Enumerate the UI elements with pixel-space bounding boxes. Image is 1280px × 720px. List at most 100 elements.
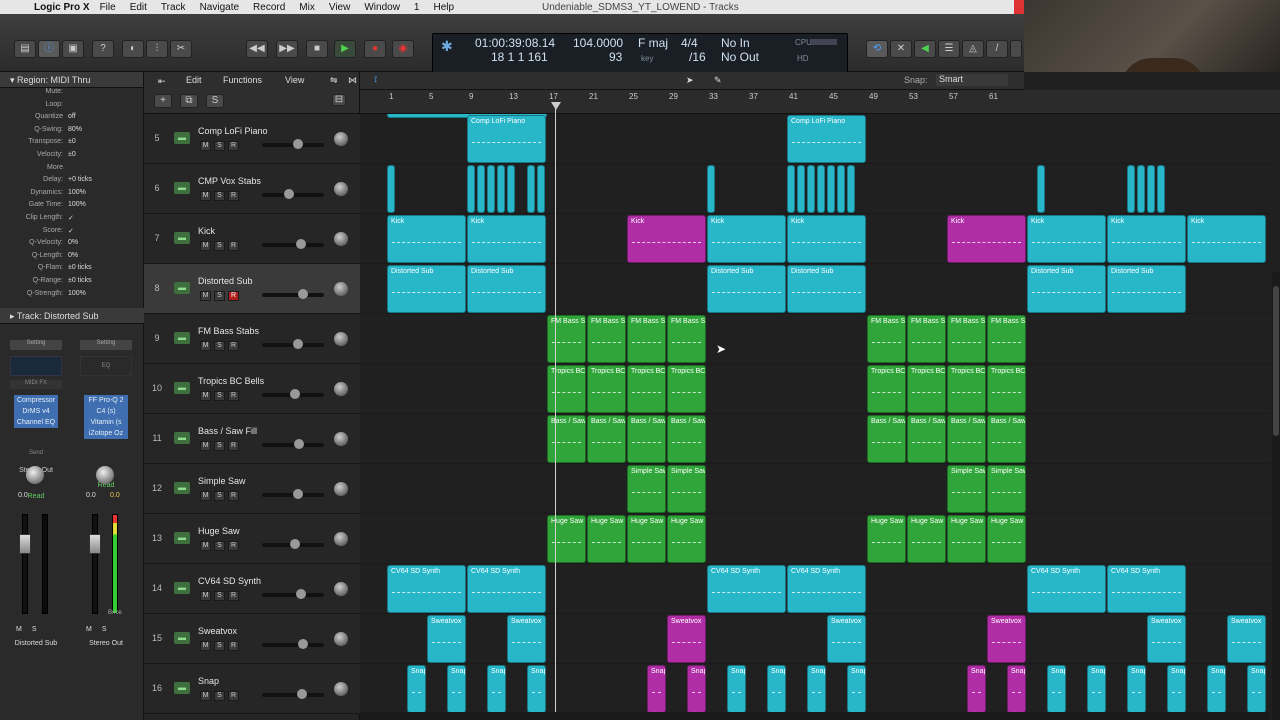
volume-slider[interactable] (262, 289, 324, 299)
midi-region[interactable] (817, 165, 825, 213)
midi-region[interactable]: Sweatvox (1147, 615, 1186, 663)
midi-region[interactable]: Distorted Sub (1107, 265, 1186, 313)
param-row[interactable]: Delay: +0 ticks (0, 176, 143, 189)
param-value[interactable]: 80% (68, 126, 82, 133)
track-header-row[interactable]: 6 ▬ CMP Vox Stabs M S R (144, 164, 360, 214)
forward-icon[interactable]: ▶▶ (276, 40, 298, 58)
track-header-row[interactable]: 10 ▬ Tropics BC Bells M S R (144, 364, 360, 414)
pan-knob[interactable] (26, 466, 44, 484)
volume-slider[interactable] (262, 689, 324, 699)
link-icon[interactable]: ⋈ (348, 75, 357, 86)
midi-region[interactable]: Kick (1027, 215, 1106, 263)
solo-button[interactable]: S (214, 291, 225, 301)
lcd-mode-icon[interactable]: ✱ (441, 38, 453, 55)
quick-help-icon[interactable]: ? (92, 40, 114, 58)
capture-record-icon[interactable]: ◉ (392, 40, 414, 58)
midi-region[interactable]: CV64 SD Synth (787, 565, 866, 613)
midi-region[interactable]: FM Bass Stabs (907, 315, 946, 363)
midi-region[interactable]: Snap (1047, 665, 1066, 713)
volume-slider-knob[interactable] (298, 639, 309, 649)
param-value[interactable]: 100% (68, 201, 86, 208)
param-row[interactable]: Gate Time: 100% (0, 201, 143, 214)
setting-button-right[interactable]: Setting (80, 340, 132, 350)
pan-knob[interactable] (334, 632, 348, 646)
midi-region[interactable]: FM Bass Stabs (547, 315, 586, 363)
track-header-row[interactable]: 11 ▬ Bass / Saw Fill M S R (144, 414, 360, 464)
mute-button[interactable]: M (16, 626, 22, 633)
param-value[interactable]: off (68, 113, 76, 120)
midi-region[interactable]: Snap (647, 665, 666, 713)
synth-icon[interactable]: ▬ (174, 332, 190, 344)
pan-knob[interactable] (334, 132, 348, 146)
menu-record[interactable]: Record (253, 2, 285, 13)
setting-button[interactable]: Setting (10, 340, 62, 350)
param-value[interactable]: ✓ (68, 214, 74, 222)
mute-button[interactable]: M (200, 391, 211, 401)
midi-region[interactable]: Snap (1207, 665, 1226, 713)
playhead[interactable] (555, 102, 556, 720)
midi-region[interactable]: Sweatvox (667, 615, 706, 663)
midi-region[interactable] (477, 165, 485, 213)
midi-region[interactable] (797, 165, 805, 213)
lcd-signature[interactable]: 4/4 (681, 36, 698, 50)
synth-icon[interactable]: ▬ (174, 682, 190, 694)
close-button[interactable] (1014, 0, 1024, 14)
midi-region[interactable]: Tropics BC Bells (947, 365, 986, 413)
track-lane[interactable]: Snap Snap Snap Snap Snap Snap Snap Snap Snap Snap… (360, 664, 1270, 714)
replace-icon[interactable]: ✕ (890, 40, 912, 58)
snap-select[interactable]: Smart (936, 74, 1008, 86)
midi-region[interactable]: Sweatvox (427, 615, 466, 663)
track-header-row[interactable]: 12 ▬ Simple Saw M S R (144, 464, 360, 514)
edit-menu[interactable]: Edit (186, 75, 202, 85)
midi-region[interactable]: Huge Saw (987, 515, 1026, 563)
midi-region[interactable]: Kick (1187, 215, 1266, 263)
solo-button[interactable]: S (214, 641, 225, 651)
track-header-row[interactable]: 9 ▬ FM Bass Stabs M S R (144, 314, 360, 364)
track-header-row[interactable]: 16 ▬ Snap M S R (144, 664, 360, 714)
midi-region[interactable] (847, 165, 855, 213)
solo-button[interactable]: S (214, 241, 225, 251)
param-row[interactable]: Quantize off (0, 113, 143, 126)
midi-region[interactable]: Kick (627, 215, 706, 263)
track-lane[interactable]: Sweatvox Sweatvox Sweatvox Sweatvox Sweatvox… (360, 614, 1270, 664)
volume-slider-knob[interactable] (294, 439, 305, 449)
lcd-tempo[interactable]: 104.0000 (573, 36, 623, 50)
catch-icon[interactable]: ⇋ (330, 75, 338, 86)
param-value[interactable]: ±0 (68, 151, 76, 158)
global-solo-icon[interactable]: S (206, 94, 224, 108)
midi-region[interactable]: Simple Saw (947, 465, 986, 513)
midi-region[interactable]: Snap (1167, 665, 1186, 713)
midi-region[interactable]: CV64 SD Synth (467, 565, 546, 613)
volume-fader[interactable] (19, 534, 31, 554)
param-value[interactable]: 0% (68, 252, 78, 259)
track-lane[interactable]: Huge Saw Huge Saw Huge Saw Huge Saw Huge Saw… (360, 514, 1270, 564)
solo-button[interactable]: S (214, 491, 225, 501)
midi-region[interactable]: CV64 SD Synth (387, 565, 466, 613)
menu-file[interactable]: File (100, 2, 116, 13)
record-enable-button[interactable]: R (228, 291, 239, 301)
midi-region[interactable]: Sweatvox (507, 615, 546, 663)
track-name[interactable]: Simple Saw (198, 476, 246, 486)
midi-region[interactable]: Kick (467, 215, 546, 263)
bar-ruler[interactable]: 1 5 9 13 17 21 25 29 33 37 41 45 49 53 57 61 (360, 90, 1280, 114)
inspector-icon[interactable]: ⓘ (38, 40, 60, 58)
track-header-row[interactable]: 8 ▬ Distorted Sub M S R (144, 264, 360, 314)
midi-region[interactable]: Snap (1127, 665, 1146, 713)
param-row[interactable]: Q-Velocity: 0% (0, 239, 143, 252)
param-value[interactable]: 100% (68, 290, 86, 297)
track-name[interactable]: Tropics BC Bells (198, 376, 264, 386)
plugin-ff-pro-q[interactable]: FF Pro-Q 2 (84, 395, 128, 406)
midi-region[interactable]: Snap (487, 665, 506, 713)
track-header-row[interactable]: 15 ▬ Sweatvox M S R (144, 614, 360, 664)
menu-1[interactable]: 1 (414, 2, 420, 13)
midi-region[interactable]: Bass / Saw Fill (867, 415, 906, 463)
plugin-channel-eq[interactable]: Channel EQ (14, 417, 58, 428)
record-enable-button[interactable]: R (228, 691, 239, 701)
midi-region[interactable]: Kick (787, 215, 866, 263)
mute-button[interactable]: M (200, 341, 211, 351)
add-track-icon[interactable]: + (154, 94, 172, 108)
midi-region[interactable] (467, 165, 475, 213)
mute-button[interactable]: M (200, 141, 211, 151)
midi-region[interactable] (1157, 165, 1165, 213)
pan-knob[interactable] (334, 432, 348, 446)
